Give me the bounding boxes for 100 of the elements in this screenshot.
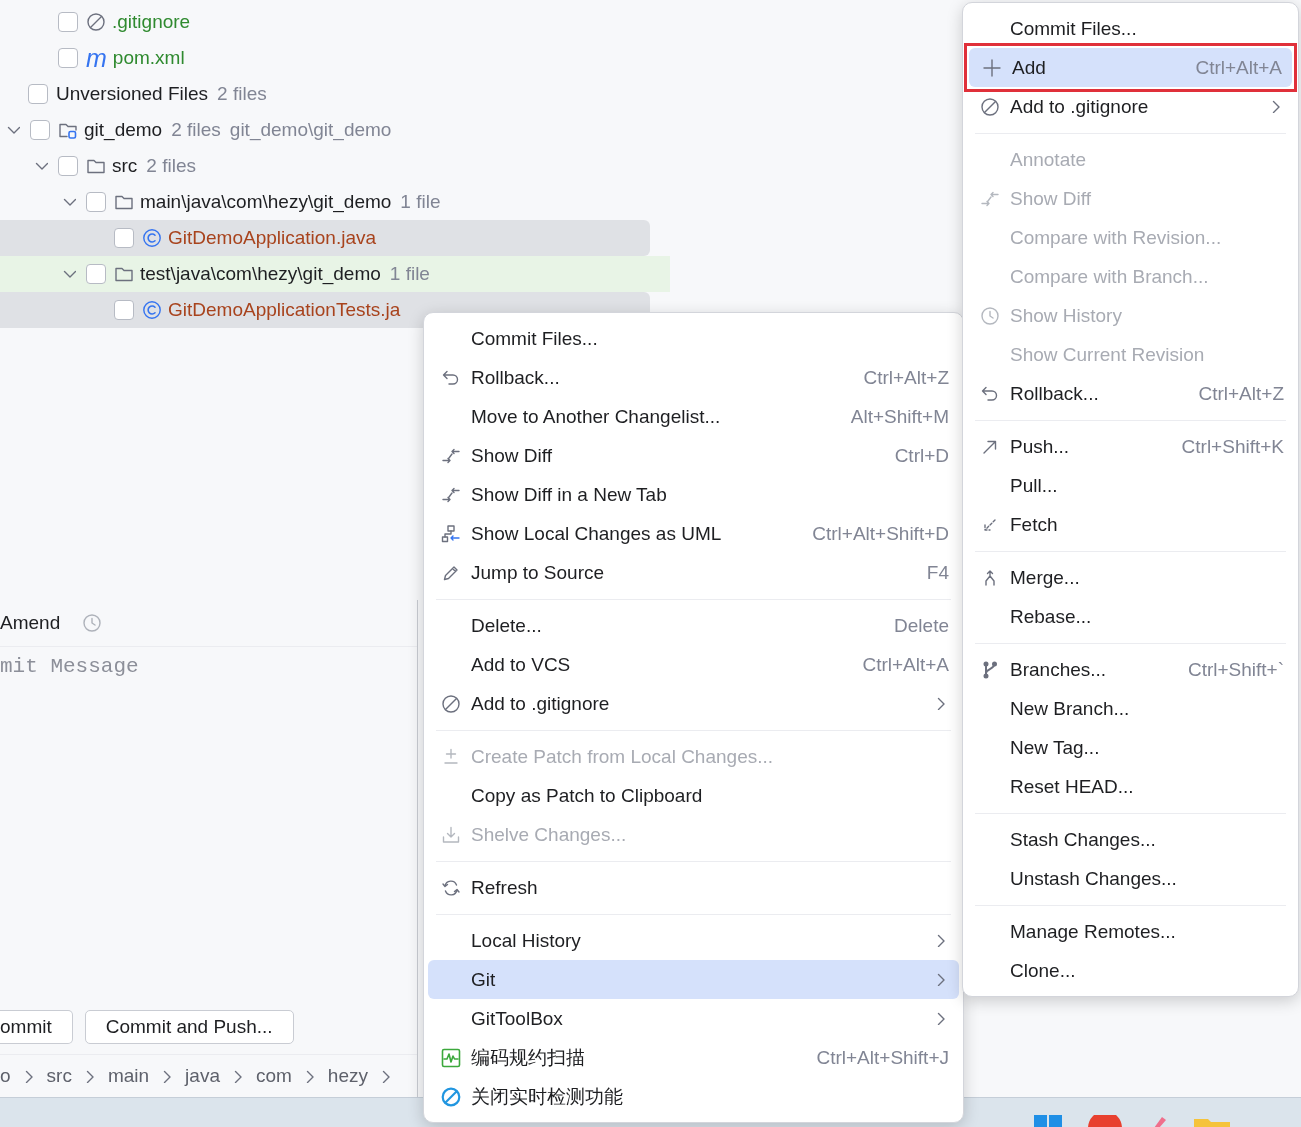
forbidden-icon xyxy=(441,1086,461,1107)
menu-item[interactable]: Show Diff in a New Tab xyxy=(428,475,959,514)
commit-and-push-button[interactable]: Commit and Push... xyxy=(84,1010,294,1044)
tree-row[interactable]: .gitignore xyxy=(0,4,670,40)
tree-row[interactable]: m pom.xml xyxy=(0,40,670,76)
menu-item[interactable]: Push... Ctrl+Shift+K xyxy=(967,427,1294,466)
tree-row[interactable]: GitDemoApplication.java xyxy=(0,220,650,256)
menu-item[interactable]: Add to .gitignore xyxy=(428,684,959,723)
menu-item[interactable]: New Branch... xyxy=(967,689,1294,728)
tree-row[interactable]: src 2 files xyxy=(0,148,670,184)
checkbox[interactable] xyxy=(58,12,78,32)
menu-item[interactable]: Copy as Patch to Clipboard xyxy=(428,776,959,815)
breadcrumb-item[interactable]: hezy xyxy=(327,1065,368,1087)
shortcut-label: Ctrl+Alt+A xyxy=(862,653,949,676)
menu-item[interactable]: New Tag... xyxy=(967,728,1294,767)
shortcut-label: Ctrl+Shift+` xyxy=(1187,658,1284,681)
tree-row[interactable]: Unversioned Files 2 files xyxy=(0,76,670,112)
clock-icon xyxy=(82,613,103,633)
plus-icon xyxy=(982,57,1002,78)
menu-item[interactable]: Rebase... xyxy=(967,597,1294,636)
chevron-icon xyxy=(233,1069,242,1083)
tree-label: src xyxy=(112,155,138,177)
chevron-icon xyxy=(85,1069,94,1083)
shortcut-label: Delete xyxy=(894,614,949,637)
file-count: 1 file xyxy=(389,263,430,285)
shortcut-label: F4 xyxy=(926,561,949,584)
slashed-circle-icon xyxy=(441,693,461,714)
checkbox[interactable] xyxy=(114,228,134,248)
tree-row[interactable]: main\java\com\hezy\git_demo 1 file xyxy=(0,184,670,220)
menu-item[interactable]: 关闭实时检测功能 xyxy=(428,1077,959,1116)
path-label: git_demo\git_demo xyxy=(229,119,392,141)
tree-label: GitDemoApplicationTests.ja xyxy=(168,299,401,321)
shortcut-label: Ctrl+Alt+A xyxy=(1195,56,1282,79)
tree-label: .gitignore xyxy=(112,11,191,33)
menu-item[interactable]: Clone... xyxy=(967,951,1294,990)
chevron-icon xyxy=(937,934,945,947)
chevron-icon xyxy=(382,1069,390,1083)
menu-item[interactable]: Reset HEAD... xyxy=(967,767,1294,806)
checkbox[interactable] xyxy=(58,48,78,68)
menu-item[interactable]: Merge... xyxy=(967,558,1294,597)
checkbox[interactable] xyxy=(58,156,78,176)
checkbox[interactable] xyxy=(114,300,134,320)
menu-item[interactable]: Move to Another Changelist... Alt+Shift+M xyxy=(428,397,959,436)
menu-item[interactable]: Branches... Ctrl+Shift+` xyxy=(967,650,1294,689)
menu-item[interactable]: 编码规约扫描 Ctrl+Alt+Shift+J xyxy=(428,1038,959,1077)
menu-item[interactable]: GitToolBox xyxy=(428,999,959,1038)
clock-icon xyxy=(980,305,1000,326)
menu-item[interactable]: Show Diff Ctrl+D xyxy=(428,436,959,475)
commit-message-field[interactable]: mit Message xyxy=(0,647,417,1010)
breadcrumb-item[interactable]: main xyxy=(107,1065,150,1087)
menu-item[interactable]: Local History xyxy=(428,921,959,960)
menu-item[interactable]: Delete... Delete xyxy=(428,606,959,645)
menu-item[interactable]: Show Local Changes as UML Ctrl+Alt+Shift+D xyxy=(428,514,959,553)
menu-item[interactable]: Git xyxy=(428,960,959,999)
chevron-icon xyxy=(1272,100,1280,113)
menu-item[interactable]: Manage Remotes... xyxy=(967,912,1294,951)
menu-item[interactable]: Pull... xyxy=(967,466,1294,505)
tree-label: Unversioned Files xyxy=(56,83,209,105)
tree-label: test\java\com\hezy\git_demo xyxy=(140,263,381,285)
tree-label: git_demo xyxy=(84,119,163,141)
checkbox[interactable] xyxy=(28,84,48,104)
menu-item[interactable]: Rollback... Ctrl+Alt+Z xyxy=(428,358,959,397)
shortcut-label: Alt+Shift+M xyxy=(850,405,949,428)
tree-row[interactable]: git_demo 2 files git_demo\git_demo xyxy=(0,112,670,148)
menu-item[interactable]: Fetch xyxy=(967,505,1294,544)
commit-button[interactable]: ommit xyxy=(0,1010,73,1044)
breadcrumb-item[interactable]: com xyxy=(255,1065,292,1087)
shortcut-label: Ctrl+D xyxy=(894,444,949,467)
chevron-icon xyxy=(937,973,945,986)
file-count: 2 files xyxy=(217,83,267,105)
chevron-icon xyxy=(937,697,945,710)
breadcrumb-item[interactable]: src xyxy=(46,1065,72,1087)
chevron-icon xyxy=(24,1069,33,1083)
checkbox[interactable] xyxy=(86,264,106,284)
chevron-icon xyxy=(937,1012,945,1025)
slashed-circle-icon xyxy=(980,96,1000,117)
menu-item[interactable]: Jump to Source F4 xyxy=(428,553,959,592)
menu-item[interactable]: Add to VCS Ctrl+Alt+A xyxy=(428,645,959,684)
chevron-icon xyxy=(163,1069,172,1083)
menu-item[interactable]: Unstash Changes... xyxy=(967,859,1294,898)
menu-item[interactable]: Refresh xyxy=(428,868,959,907)
refresh-icon xyxy=(441,877,461,898)
shortcut-label: Ctrl+Alt+Shift+J xyxy=(816,1046,949,1069)
menu-item[interactable]: Rollback... Ctrl+Alt+Z xyxy=(967,374,1294,413)
breadcrumb-item[interactable]: java xyxy=(185,1065,220,1087)
checkbox[interactable] xyxy=(30,120,50,140)
pulse-chart-icon xyxy=(441,1047,461,1068)
tree-row[interactable]: test\java\com\hezy\git_demo 1 file xyxy=(0,256,670,292)
breadcrumb-item[interactable]: o xyxy=(0,1065,11,1087)
tree-label: pom.xml xyxy=(112,47,185,69)
menu-item[interactable]: Stash Changes... xyxy=(967,820,1294,859)
shortcut-label: Ctrl+Alt+Z xyxy=(863,366,949,389)
amend-label: Amend xyxy=(0,612,61,634)
menu-item[interactable]: Add Ctrl+Alt+A xyxy=(969,48,1292,87)
diagram-icon xyxy=(441,523,461,544)
shortcut-label: Ctrl+Alt+Shift+D xyxy=(812,522,949,545)
checkbox[interactable] xyxy=(86,192,106,212)
menu-item[interactable]: Commit Files... xyxy=(967,9,1294,48)
plus-minus-icon xyxy=(441,746,461,767)
menu-item[interactable]: Add to .gitignore xyxy=(967,87,1294,126)
